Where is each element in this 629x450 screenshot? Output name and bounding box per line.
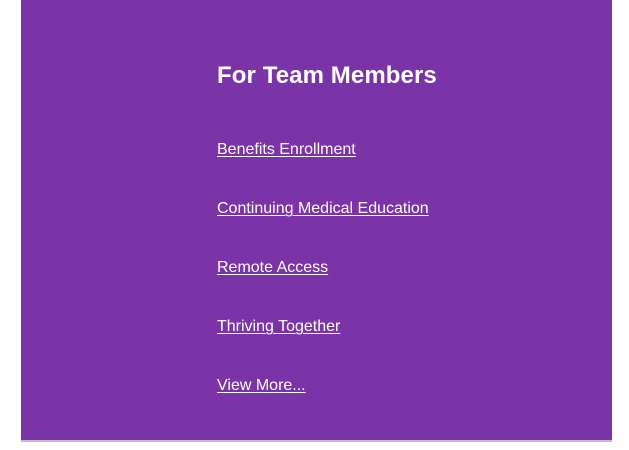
- section-title: For Team Members: [217, 62, 437, 89]
- screen: For Team Members Benefits Enrollment Con…: [0, 0, 629, 450]
- benefits-enrollment-link[interactable]: Benefits Enrollment: [217, 140, 356, 160]
- list-item: Benefits Enrollment: [217, 140, 587, 199]
- list-item: Remote Access: [217, 258, 587, 317]
- view-more-link[interactable]: View More...: [217, 376, 306, 396]
- list-item: View More...: [217, 376, 587, 435]
- list-item: Thriving Together: [217, 317, 587, 376]
- remote-access-link[interactable]: Remote Access: [217, 258, 328, 278]
- panel-bottom-shadow: [21, 440, 612, 442]
- list-item: Continuing Medical Education: [217, 199, 587, 258]
- team-members-content: For Team Members Benefits Enrollment Con…: [217, 62, 587, 435]
- thriving-together-link[interactable]: Thriving Together: [217, 317, 340, 337]
- continuing-medical-education-link[interactable]: Continuing Medical Education: [217, 199, 429, 219]
- team-members-links: Benefits Enrollment Continuing Medical E…: [217, 140, 587, 435]
